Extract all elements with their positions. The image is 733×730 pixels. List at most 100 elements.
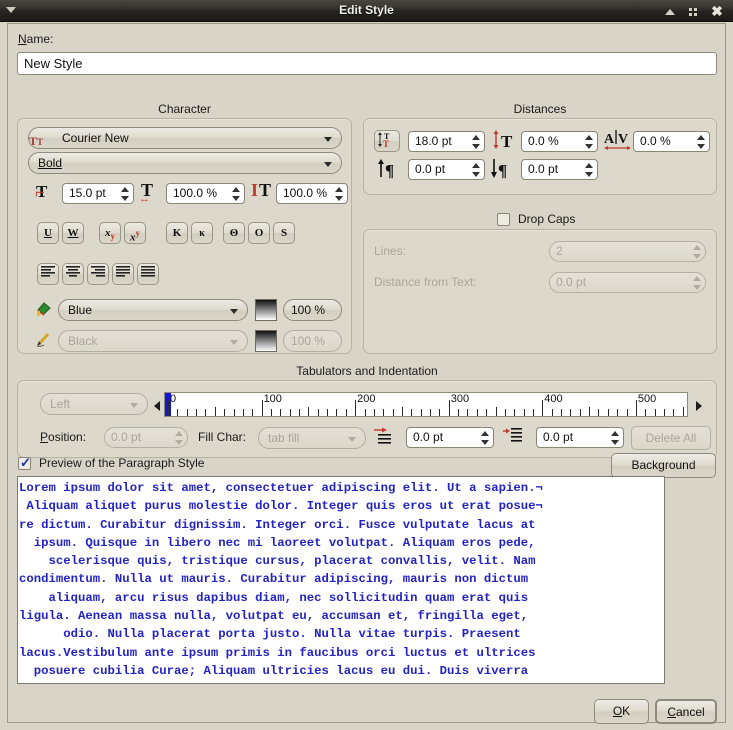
background-button[interactable]: Background	[611, 453, 716, 478]
paragraph-style-preview[interactable]: Lorem ipsum dolor sit amet, consectetuer…	[17, 476, 665, 684]
position-spinner[interactable]: 0.0 pt	[104, 427, 188, 448]
ruler-tick	[458, 409, 460, 416]
cancel-button[interactable]: Cancel	[655, 699, 717, 724]
close-window-button[interactable]: ✖	[710, 4, 724, 18]
resize-window-button[interactable]	[686, 4, 700, 18]
preview-line: condimentum. Nulla ut mauris. Curabitur …	[19, 572, 529, 587]
shadow-button[interactable]: S	[273, 222, 295, 244]
preview-line: ipsum. Quisque in libero nec mi laoreet …	[19, 535, 536, 550]
ruler-tick-label: 500	[637, 393, 657, 405]
align-block-button[interactable]	[112, 263, 134, 285]
ruler-tick	[635, 400, 637, 416]
ruler-tick	[186, 409, 188, 416]
subscript-button[interactable]: xy	[99, 222, 121, 244]
underline-words-button[interactable]: W	[62, 222, 84, 244]
strike-through-button[interactable]: Θ	[223, 222, 245, 244]
baseline-offset-value: 0.0 %	[528, 134, 559, 148]
ruler-scroll-right-arrow-icon[interactable]	[696, 401, 702, 411]
svg-text:A: A	[604, 132, 615, 147]
first-line-indent-spinner[interactable]: 0.0 pt	[406, 427, 494, 448]
spinner-arrows-icon[interactable]	[696, 134, 706, 150]
ruler-tick	[401, 407, 403, 416]
ruler-tick	[308, 407, 310, 416]
preview-checkbox[interactable]	[18, 455, 31, 471]
spinner-arrows-icon[interactable]	[334, 186, 344, 202]
ruler-tick	[383, 409, 385, 416]
title-bar[interactable]: Edit Style ✖	[0, 0, 733, 22]
spinner-arrows-icon[interactable]	[120, 186, 130, 202]
all-caps-button[interactable]: K	[166, 222, 188, 244]
font-style-combo[interactable]: Bold	[28, 152, 342, 174]
spinner-arrows-icon[interactable]	[231, 186, 241, 202]
vertical-scale-spinner[interactable]: 100.0 %	[276, 183, 348, 204]
drop-caps-lines-value: 2	[556, 244, 563, 258]
baseline-offset-spinner[interactable]: 0.0 %	[521, 131, 598, 152]
preview-line: ligula. Aenean massa nulla, volutpat eu,…	[19, 609, 529, 624]
stroke-shade-combo[interactable]: 100 %	[283, 330, 342, 352]
spinner-arrows-icon[interactable]	[471, 162, 481, 178]
drop-caps-lines-spinner[interactable]: 2	[549, 241, 706, 262]
spinner-arrows-icon[interactable]	[584, 134, 594, 150]
ruler-tick	[495, 407, 497, 416]
fill-color-icon	[35, 299, 53, 317]
style-name-input[interactable]	[17, 52, 717, 75]
drop-caps-distance-spinner[interactable]: 0.0 pt	[549, 272, 706, 293]
align-left-button[interactable]	[37, 263, 59, 285]
spinner-arrows-icon[interactable]	[584, 162, 594, 178]
spinner-arrows-icon[interactable]	[692, 275, 702, 291]
horizontal-scale-spinner[interactable]: 100.0 %	[166, 183, 245, 204]
ruler-tick	[327, 409, 329, 416]
chevron-down-icon	[230, 340, 238, 345]
align-forced-button[interactable]	[137, 263, 159, 285]
ruler-tick	[514, 409, 516, 416]
ruler-tick	[626, 409, 628, 416]
tab-ruler[interactable]: 0 100 200 300 400 500	[164, 392, 688, 417]
outline-button[interactable]: O	[248, 222, 270, 244]
small-caps-button[interactable]: κ	[191, 222, 213, 244]
position-label: Position:	[40, 430, 87, 444]
space-above-paragraph-icon: ¶	[377, 158, 403, 180]
align-right-icon	[91, 266, 105, 277]
ruler-tick	[392, 409, 394, 416]
font-family-combo[interactable]: TT Courier New	[28, 127, 342, 149]
align-center-button[interactable]	[62, 263, 84, 285]
underline-button[interactable]: U	[37, 222, 59, 244]
space-after-spinner[interactable]: 0.0 pt	[521, 159, 598, 180]
delete-all-button[interactable]: Delete All	[631, 426, 711, 450]
preview-line: posuere cubilia Curae; Aliquam ultricies…	[19, 663, 529, 678]
fill-shade-combo[interactable]: 100 %	[283, 299, 342, 321]
font-size-spinner[interactable]: 15.0 pt	[62, 183, 134, 204]
space-before-spinner[interactable]: 0.0 pt	[408, 159, 485, 180]
shade-window-button[interactable]	[663, 4, 677, 18]
ruler-tick	[682, 407, 684, 416]
drop-caps-checkbox[interactable]	[497, 213, 510, 226]
ruler-scroll-left-arrow-icon[interactable]	[154, 401, 160, 411]
fill-char-value: tab fill	[268, 431, 300, 445]
fill-color-combo[interactable]: Blue	[58, 299, 248, 321]
cancel-label: Cancel	[667, 705, 705, 719]
spinner-arrows-icon[interactable]	[480, 430, 490, 446]
line-spacing-mode-button[interactable]: T T	[374, 130, 400, 152]
spinner-arrows-icon[interactable]	[692, 244, 702, 260]
align-right-button[interactable]	[87, 263, 109, 285]
line-spacing-mode-icon: T T	[378, 132, 390, 149]
ruler-tick	[654, 409, 656, 416]
tracking-spinner[interactable]: 0.0 %	[633, 131, 710, 152]
spinner-arrows-icon[interactable]	[471, 134, 481, 150]
tabulators-group-title: Tabulators and Indentation	[296, 364, 438, 378]
tab-type-combo[interactable]: Left	[40, 393, 148, 415]
font-style-value: Bold	[38, 156, 63, 170]
tabulators-group: Left 0 100 200 300 400 500 Position: 0.0 pt F…	[17, 380, 717, 458]
stroke-color-combo[interactable]: Black	[58, 330, 248, 352]
line-spacing-spinner[interactable]: 18.0 pt	[408, 131, 485, 152]
ok-button[interactable]: OK	[594, 699, 649, 724]
ruler-tick	[299, 409, 300, 416]
left-indent-spinner[interactable]: 0.0 pt	[536, 427, 624, 448]
fill-char-combo[interactable]: tab fill	[258, 427, 366, 449]
left-indent-value: 0.0 pt	[543, 430, 574, 444]
ruler-tick	[663, 409, 665, 416]
superscript-button[interactable]: xy	[124, 222, 146, 244]
ruler-tick	[420, 409, 422, 416]
spinner-arrows-icon[interactable]	[174, 430, 184, 446]
spinner-arrows-icon[interactable]	[610, 430, 620, 446]
